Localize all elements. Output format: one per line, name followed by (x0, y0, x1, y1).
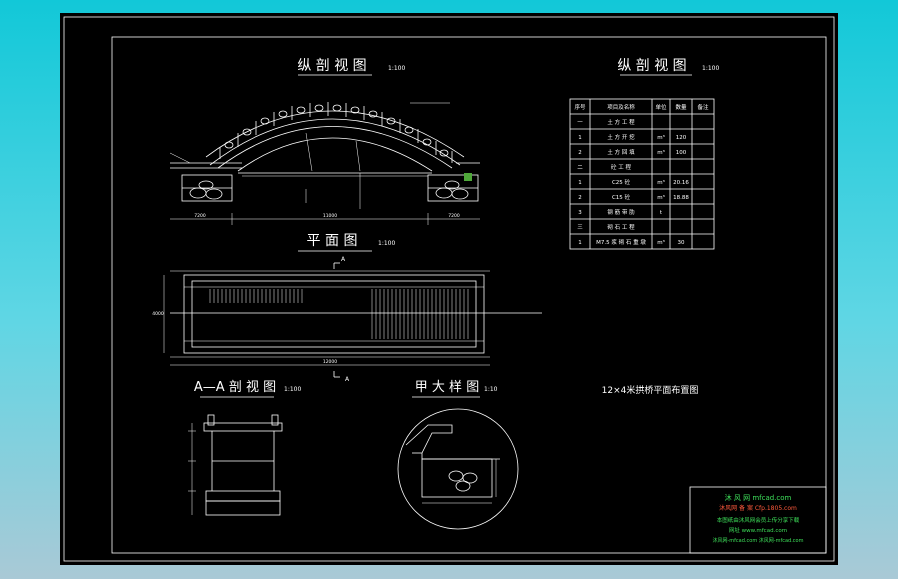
table-cell: 120 (676, 135, 687, 141)
dim-right-abutment: 7200 (448, 213, 460, 219)
quantity-table: 序号 项目及名称 单位 数量 备注一 土 方 工 程 1 土 方 开 挖 m³ 120 2 土 方 回… (569, 98, 715, 250)
railing-top (205, 110, 465, 158)
table-header-cell: 备注 (697, 103, 709, 111)
table-cell: 30 (678, 240, 685, 246)
table-cell: 3 (578, 210, 582, 216)
table-cell: 1 (578, 180, 582, 186)
detail-scale: 1:10 (484, 386, 498, 393)
quantity-table-section: 纵 剖 视 图 1:100 序号 项目及名称 单位 数量 备注一 土 方 工 程 1 土 方 … (569, 58, 719, 250)
table-scale: 1:100 (702, 65, 719, 72)
watermark-line1: 沐 风 网 mfcad.com (725, 493, 792, 502)
table-cell: m³ (657, 179, 665, 186)
drawing-title: 12×4米拱桥平面布置图 (602, 384, 699, 396)
plan-view: 平 面 图 1:100 A 4000 12000 A (152, 233, 542, 383)
table-cell: 二 (577, 165, 583, 171)
table-cell: M7.5 浆 砌 石 重 墩 (596, 238, 646, 246)
dim-left-abutment: 7200 (194, 213, 206, 219)
table-header-cell: 数量 (675, 103, 687, 111)
watermark-line5: 沐风网-mfcad.com 沐风网-mfcad.com (713, 537, 804, 544)
section-mark-top: A (341, 256, 346, 263)
table-cell: 土 方 回 填 (607, 148, 635, 156)
watermark-line2: 沐风网 备 案 Cfp.1805.com (719, 504, 797, 512)
table-cell: C15 砼 (612, 193, 631, 201)
arch-top (209, 118, 461, 166)
plan-planks (209, 289, 469, 339)
watermark-line3: 本图纸由沐风网会员上传分享下载 (717, 516, 800, 524)
table-cell: m³ (657, 194, 665, 201)
dim-plan-width: 4000 (152, 311, 164, 317)
section-aa-title: A—A 剖 视 图 (194, 380, 276, 395)
table-title: 纵 剖 视 图 (617, 58, 686, 74)
section-mark-bottom: A (345, 376, 350, 383)
aa-foundation (205, 490, 281, 502)
watermark-line4: 网址 www.mfcad.com (729, 526, 787, 534)
dim-arch-span: 12000 (323, 359, 337, 365)
section-aa-view: A—A 剖 视 图 1:100 (188, 380, 301, 516)
table-cell: 砼 工 程 (611, 163, 631, 171)
green-marker (464, 173, 472, 181)
detail-view: 甲 大 样 图 1:10 (397, 380, 519, 530)
aa-deck (203, 422, 283, 432)
elevation-view: 纵 剖 视 图 1:100 7200 11000 7200 (169, 58, 480, 225)
table-cell: 1 (578, 240, 582, 246)
arch-intrados (237, 137, 433, 172)
table-header-cell: 单位 (655, 103, 667, 111)
table-cell: 18.88 (673, 195, 689, 201)
table-cell: 一 (577, 120, 583, 126)
detail-circle (397, 408, 519, 530)
plan-outline (183, 274, 485, 354)
elevation-scale: 1:100 (388, 65, 405, 72)
table-cell: 100 (676, 150, 687, 156)
table-header-cell: 序号 (574, 103, 586, 111)
section-aa-scale: 1:100 (284, 386, 301, 393)
table-cell: m³ (657, 149, 665, 156)
table-cell: 2 (578, 195, 582, 201)
detail-title: 甲 大 样 图 (415, 380, 479, 395)
plan-deck (191, 280, 477, 348)
table-cell: C25 砼 (612, 178, 631, 186)
table-cell: 土 方 工 程 (607, 118, 635, 126)
dim-span: 11000 (323, 213, 337, 219)
plan-scale: 1:100 (378, 240, 395, 247)
drawing-sheet: 纵 剖 视 图 1:100 7200 11000 7200 平 面 图 1:10… (60, 13, 838, 565)
railing-ornaments (224, 104, 449, 157)
table-cell: 20.16 (673, 180, 689, 186)
cad-drawing: 纵 剖 视 图 1:100 7200 11000 7200 平 面 图 1:10… (63, 16, 835, 562)
table-cell: m³ (657, 239, 665, 246)
inner-frame (111, 36, 827, 554)
table-cell: 砌 石 工 程 (607, 223, 635, 231)
table-cell: 土 方 开 挖 (607, 133, 635, 141)
plan-title: 平 面 图 (307, 233, 358, 249)
table-header-cell: 项目及名称 (607, 103, 635, 111)
detail-block (421, 458, 493, 498)
table-cell: 2 (578, 150, 582, 156)
aa-base (205, 500, 281, 516)
table-cell: 1 (578, 135, 582, 141)
outer-frame (63, 16, 835, 562)
table-cell: 三 (577, 224, 583, 231)
table-cell: t (660, 210, 663, 216)
detail-profile (405, 424, 500, 460)
table-cell: m³ (657, 134, 665, 141)
table-cell: 钢 筋 带 肋 (607, 208, 635, 216)
elevation-title: 纵 剖 视 图 (297, 58, 366, 74)
title-block: 沐 风 网 mfcad.com 沐风网 备 案 Cfp.1805.com 本图纸… (689, 486, 827, 554)
